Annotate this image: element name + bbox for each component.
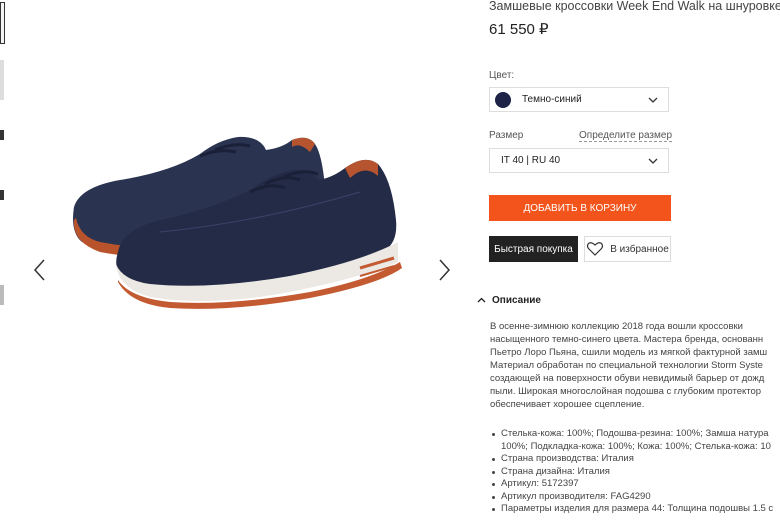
size-label: Размер [489,130,524,141]
gallery-next-button[interactable] [436,258,452,282]
specs-list: Стелька-кожа: 100%; Подошва-резина: 100%… [491,428,774,516]
thumbnail-1[interactable] [0,2,5,44]
spec-item-continuation: 100%; Подкладка-кожа: 100%; Кожа: 100%; … [501,440,771,452]
description-line: Пьетро Лоро Пьяна, сшили модель из мягко… [490,347,768,358]
spec-item: Страна производства: Италия [491,453,773,466]
description-line: Материал обработан по специальной технол… [490,360,763,371]
product-price: 61 550 ₽ [489,21,549,38]
product-title: Замшевые кроссовки Week End Walk на шнур… [489,0,780,13]
thumbnail-4[interactable] [0,190,4,200]
chevron-down-icon [648,97,658,103]
description-heading: Описание [492,295,541,306]
thumbnail-3[interactable] [0,130,4,140]
color-value: Темно-синий [522,94,582,105]
color-label: Цвет: [489,70,515,81]
heart-icon [587,242,604,256]
size-guide-link[interactable]: Определите размер [579,130,672,142]
spec-item: Артикул: 5172397 [491,478,773,491]
description-line: создающей на поверхности обуви невидимый… [490,373,765,384]
add-to-favorites-button[interactable]: В избранное [584,236,671,262]
thumbnail-2[interactable] [0,60,4,100]
favorites-label: В избранное [610,243,669,255]
description-line: обеспечивает хорошее сцепление. [490,399,645,410]
spec-item: Артикул производителя: FAG4290 [491,491,773,504]
description-line: В осенне-зимнюю коллекцию 2018 года вошл… [490,321,743,332]
chevron-left-icon [33,259,45,281]
thumbnail-5[interactable] [0,285,4,305]
thumbnail-strip [0,0,8,520]
chevron-right-icon [439,259,451,281]
chevron-down-icon [648,158,658,164]
description-line: пыли. Широкая многослойная подошва с глу… [490,386,762,397]
description-toggle[interactable]: Описание [477,295,541,306]
spec-item: Параметры изделия для размера 44: Толщин… [491,503,774,514]
product-info: Замшевые кроссовки Week End Walk на шнур… [477,0,780,520]
description-text: В осенне-зимнюю коллекцию 2018 года вошл… [490,320,780,411]
color-swatch [495,91,511,108]
size-select[interactable]: IT 40 | RU 40 [489,148,669,173]
spec-item: Стелька-кожа: 100%; Подошва-резина: 100%… [491,428,773,441]
quick-buy-button[interactable]: Быстрая покупка [489,236,578,262]
gallery-prev-button[interactable] [32,258,48,282]
size-value: IT 40 | RU 40 [501,155,561,166]
product-image [73,136,402,309]
color-select[interactable]: Темно-синий [489,87,669,112]
description-line: насыщенного темно-синего цвета. Мастера … [490,334,764,345]
chevron-up-icon [477,297,486,303]
spec-item: Страна дизайна: Италия [491,466,773,479]
add-to-cart-button[interactable]: ДОБАВИТЬ В КОРЗИНУ [489,195,671,221]
